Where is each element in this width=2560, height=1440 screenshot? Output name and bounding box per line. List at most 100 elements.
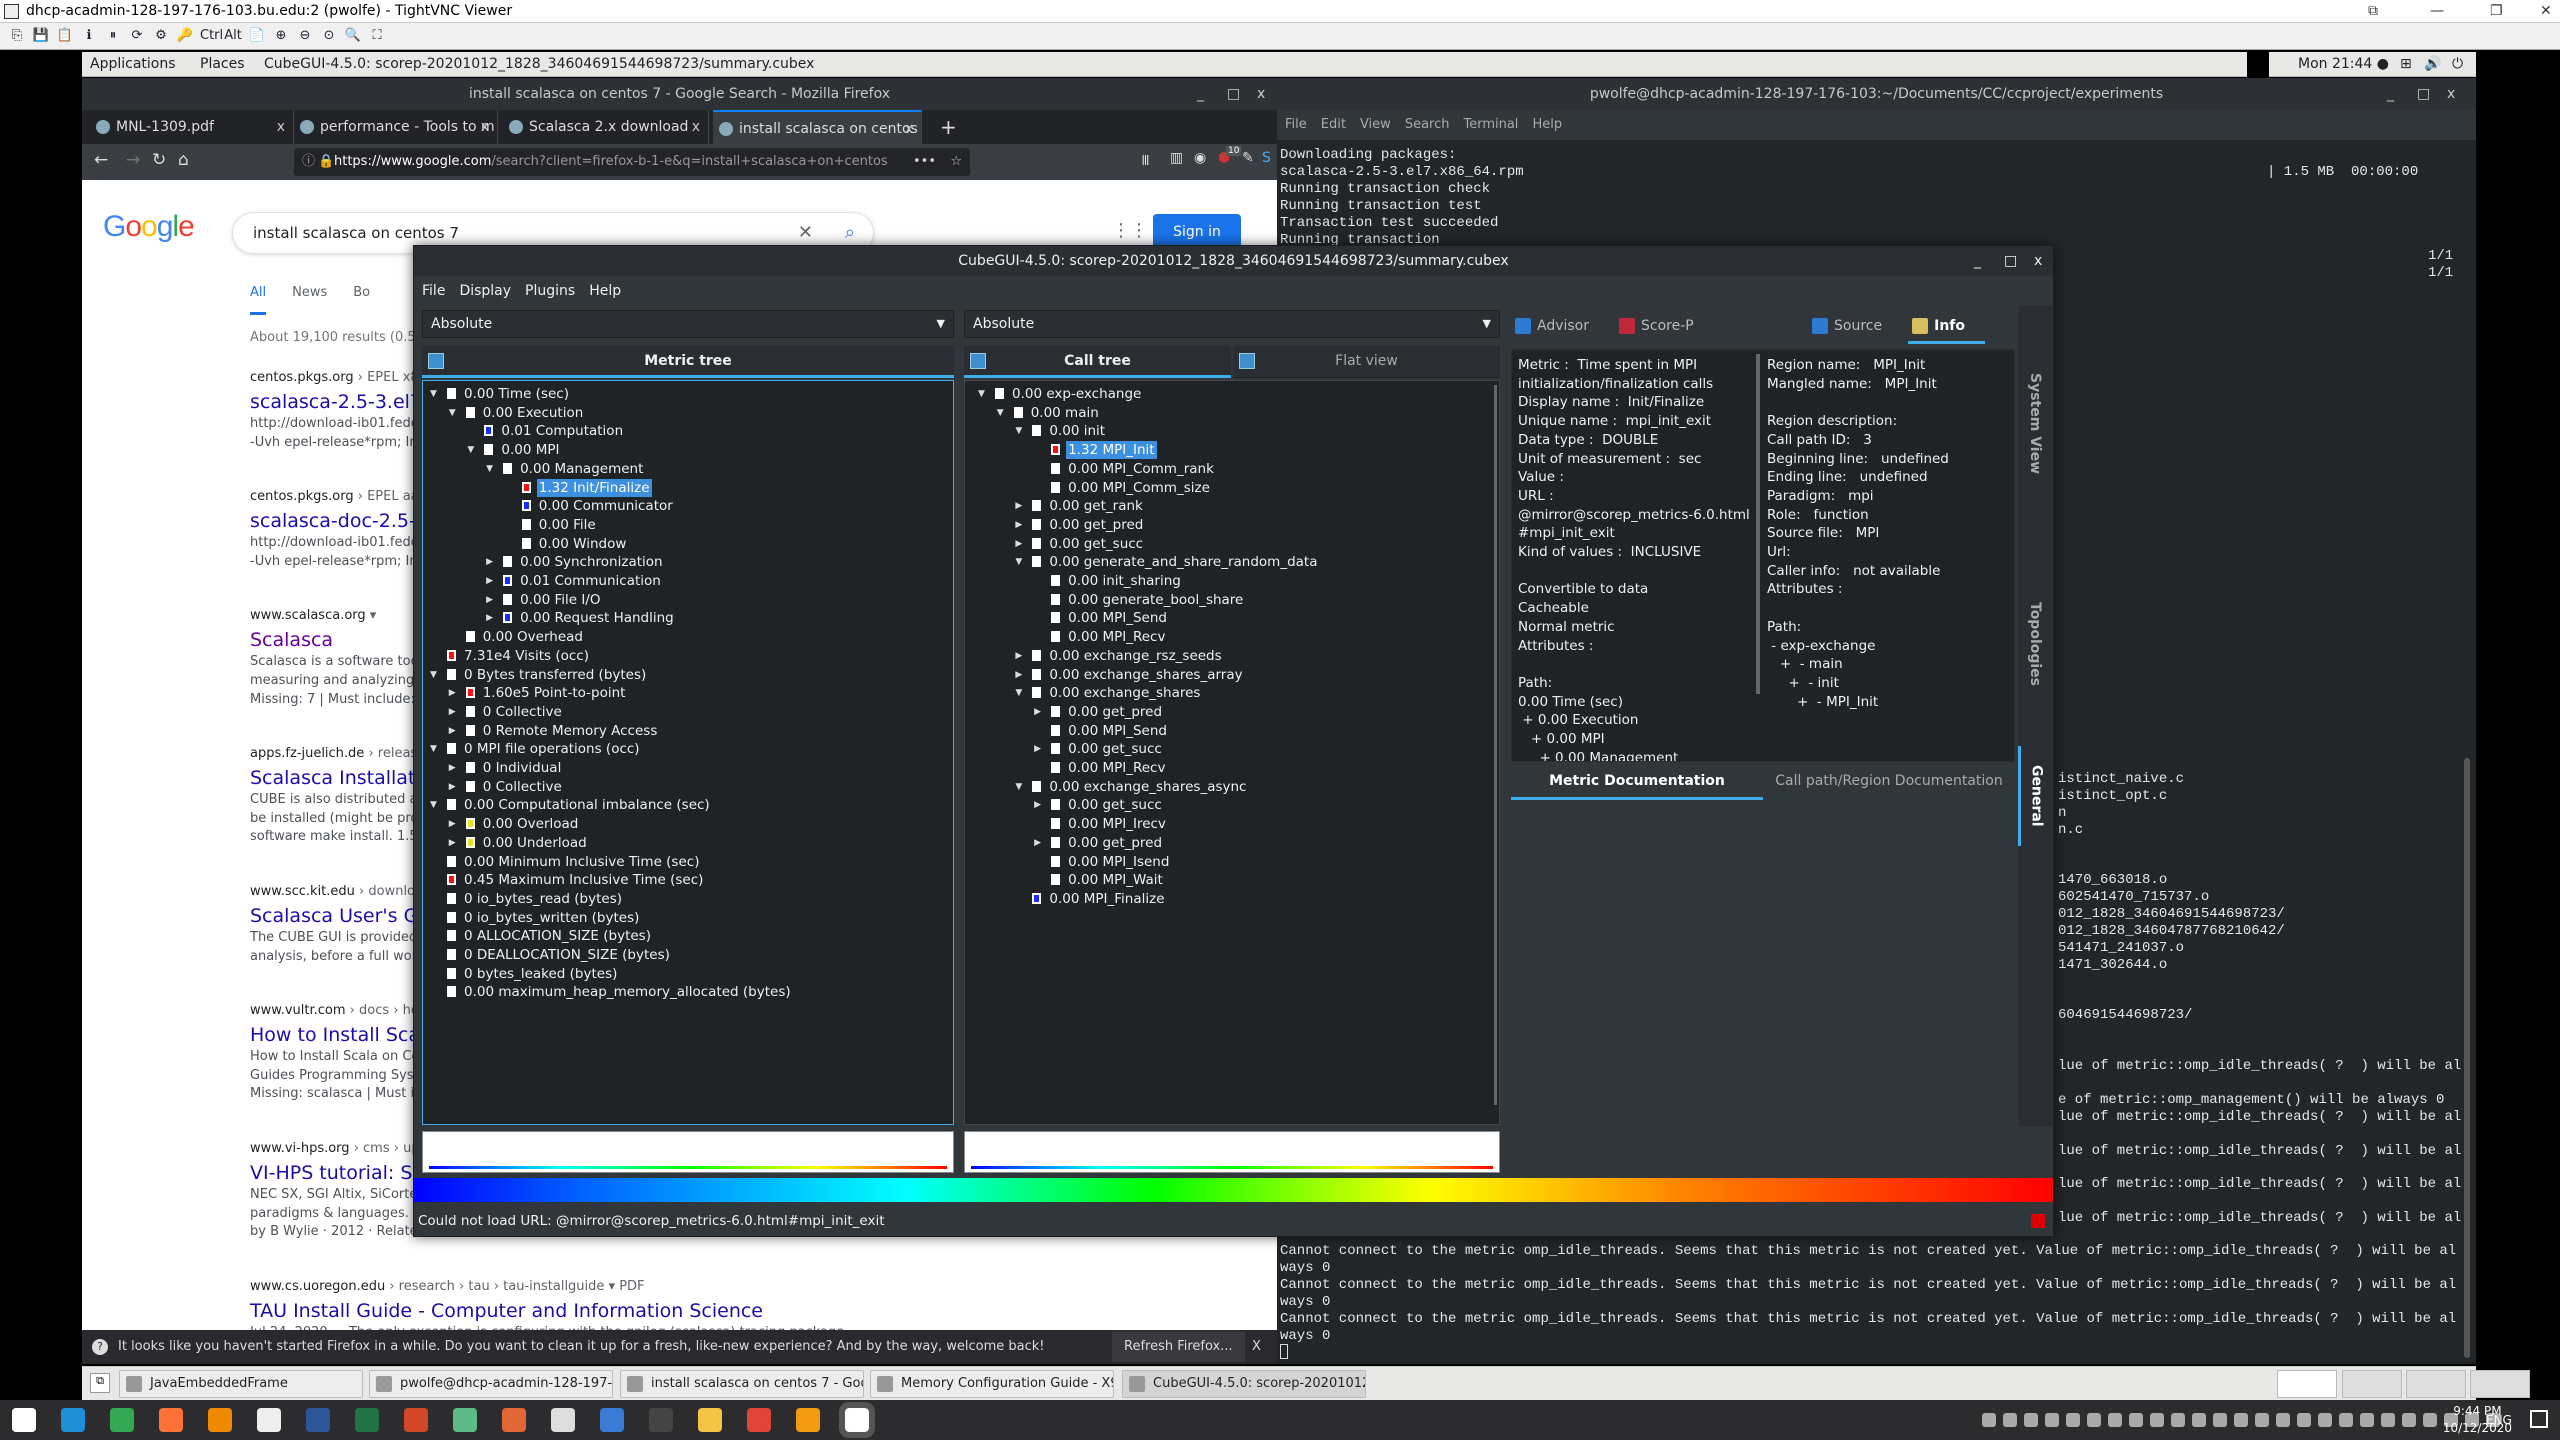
browser-tab[interactable]: install scalasca on centos x	[713, 110, 922, 144]
volume-icon[interactable]: 🔊	[2424, 52, 2441, 77]
restore-icon[interactable]: ⧉	[2368, 0, 2378, 23]
minimize-button[interactable]: _	[2387, 78, 2394, 110]
vnc-tool-button[interactable]: ⛶	[368, 27, 386, 45]
power-icon[interactable]: ⏻	[2452, 52, 2463, 77]
tree-item[interactable]: ▼ 0.00 exchange_shares_async	[1015, 778, 1248, 797]
app-orange-icon[interactable]	[796, 1408, 820, 1432]
collapsed-arrow-icon[interactable]: ▶	[1015, 535, 1022, 554]
vnc-tool-button[interactable]: ⟳	[128, 27, 146, 45]
word-icon[interactable]	[306, 1408, 330, 1432]
tree-item[interactable]: 0.00 MPI_Irecv	[1051, 815, 1168, 834]
collapsed-arrow-icon[interactable]: ▶	[449, 834, 456, 853]
tree-item[interactable]: 0.00 MPI_Recv	[1051, 628, 1167, 647]
terminal-menu-item[interactable]: Help	[1532, 110, 1562, 140]
terminal-prompt[interactable]	[1280, 1344, 2456, 1361]
info-scrollbar[interactable]	[1756, 354, 1760, 694]
skype-icon[interactable]: S	[1262, 150, 1271, 166]
browser-tab[interactable]: performance - Tools to mx	[294, 110, 498, 144]
tree-item[interactable]: ▶ 0 Collective	[449, 778, 564, 797]
new-tab-button[interactable]: +	[930, 110, 967, 144]
window-list-item[interactable]: pwolfe@dhcp-acadmin-128-197-17...	[369, 1370, 613, 1398]
collapsed-arrow-icon[interactable]: ▶	[449, 759, 456, 778]
cube-menu-item[interactable]: File	[422, 278, 445, 304]
maximize-button[interactable]: □	[1227, 78, 1240, 110]
tray-icon[interactable]	[2087, 1413, 2101, 1427]
close-tab-icon[interactable]: x	[481, 110, 489, 144]
tray-icon[interactable]	[2255, 1413, 2269, 1427]
window-list-item[interactable]: JavaEmbeddedFrame	[119, 1370, 363, 1398]
plugin-tab[interactable]: Info	[1908, 308, 1985, 344]
search-tab[interactable]: All	[250, 285, 267, 315]
tree-item[interactable]: ▼ 0.00 init	[1015, 422, 1107, 441]
expanded-arrow-icon[interactable]: ▼	[486, 460, 493, 479]
side-tab[interactable]: General	[2018, 746, 2052, 846]
collapsed-arrow-icon[interactable]: ▶	[1015, 497, 1022, 516]
close-button[interactable]: ✕	[2540, 0, 2552, 23]
tray-icon[interactable]	[2213, 1413, 2227, 1427]
tray-icon[interactable]	[2339, 1413, 2353, 1427]
tree-item[interactable]: ▼ 0.00 MPI	[467, 441, 561, 460]
tray-icon[interactable]	[2150, 1413, 2164, 1427]
tree-item[interactable]: 0.00 MPI_Comm_size	[1051, 479, 1212, 498]
window-list-item[interactable]: install scalasca on centos 7 - Google...	[620, 1370, 864, 1398]
tree-item[interactable]: ▶ 0.00 Request Handling	[486, 609, 676, 628]
tree-item[interactable]: 7.31e4 Visits (occ)	[447, 647, 591, 666]
bookmark-star-icon[interactable]: ☆	[950, 148, 962, 176]
collapsed-arrow-icon[interactable]: ▶	[1034, 834, 1041, 853]
close-button[interactable]: x	[1257, 78, 1265, 110]
app-red-icon[interactable]	[747, 1408, 771, 1432]
side-tab[interactable]: Topologies	[2018, 546, 2052, 742]
tree-item[interactable]: 1.32 MPI_Init	[1051, 441, 1157, 460]
cube-menu-item[interactable]: Display	[459, 278, 511, 304]
tree-item[interactable]: ▶ 0 Individual	[449, 759, 564, 778]
expanded-arrow-icon[interactable]: ▼	[430, 666, 437, 685]
tree-item[interactable]: ▼ 0.00 Time (sec)	[430, 385, 571, 404]
info-icon[interactable]: ⓘ	[302, 148, 315, 176]
tree-item[interactable]: ▼ 0.00 Computational imbalance (sec)	[430, 796, 712, 815]
search-tab[interactable]: News	[292, 285, 327, 315]
tray-icon[interactable]	[2381, 1413, 2395, 1427]
workspace-1[interactable]	[2277, 1370, 2337, 1398]
tree-item[interactable]: ▶ 0.00 get_pred	[1034, 703, 1164, 722]
tree-item[interactable]: ▶ 1.60e5 Point-to-point	[449, 684, 628, 703]
close-tab-icon[interactable]: x	[277, 110, 285, 144]
tray-icon[interactable]	[2297, 1413, 2311, 1427]
tree-item[interactable]: ▼ 0 Bytes transferred (bytes)	[430, 666, 648, 685]
tray-icon[interactable]	[2402, 1413, 2416, 1427]
tree-item[interactable]: 0 bytes_leaked (bytes)	[447, 965, 619, 984]
browser-tab[interactable]: MNL-1309.pdf x	[90, 110, 294, 144]
collapsed-arrow-icon[interactable]: ▶	[1034, 740, 1041, 759]
start-icon[interactable]	[12, 1408, 36, 1432]
vnc-tool-button[interactable]: ⏸	[104, 27, 122, 45]
tree-item[interactable]: 0.00 MPI_Send	[1051, 609, 1169, 628]
tray-icon[interactable]	[2024, 1413, 2038, 1427]
tree-item[interactable]: ▶ 0.00 get_rank	[1015, 497, 1144, 516]
tab-call-tree[interactable]: Call tree	[964, 346, 1231, 378]
expanded-arrow-icon[interactable]: ▼	[430, 796, 437, 815]
matlab-icon[interactable]	[502, 1408, 526, 1432]
tree-item[interactable]: 0.00 MPI_Recv	[1051, 759, 1167, 778]
action-center-icon[interactable]	[2530, 1410, 2548, 1428]
network-icon[interactable]: ⊞	[2400, 52, 2412, 77]
close-button[interactable]: x	[2034, 246, 2042, 276]
vnc-tool-button[interactable]: ⊕	[272, 27, 290, 45]
tray-icon[interactable]	[2360, 1413, 2374, 1427]
tree-item[interactable]: ▶ 0.00 Synchronization	[486, 553, 664, 572]
doc-tab[interactable]: Call path/Region Documentation	[1763, 764, 2015, 800]
collapsed-arrow-icon[interactable]: ▶	[1015, 516, 1022, 535]
expanded-arrow-icon[interactable]: ▼	[1015, 778, 1022, 797]
url-bar[interactable]: ⓘ 🔒 https://www.google.com/search?client…	[294, 148, 970, 176]
tree-item[interactable]: ▼ 0.00 exchange_shares	[1015, 684, 1202, 703]
maximize-button[interactable]: ❐	[2490, 0, 2503, 23]
excel-icon[interactable]	[355, 1408, 379, 1432]
clock[interactable]: Mon 21:44 ●	[2298, 52, 2389, 77]
collapsed-arrow-icon[interactable]: ▶	[486, 572, 493, 591]
call-tree-scrollbar[interactable]	[1494, 385, 1497, 1105]
terminal-scrollbar[interactable]	[2464, 758, 2470, 1358]
tree-item[interactable]: ▶ 0.00 Underload	[449, 834, 589, 853]
tray-icon[interactable]	[1982, 1413, 1996, 1427]
plugin-tab[interactable]: Advisor	[1511, 308, 1589, 344]
vlc-icon[interactable]	[208, 1408, 232, 1432]
browser-tab[interactable]: Scalasca 2.x download x	[503, 110, 709, 144]
tree-item[interactable]: 0.00 MPI_Isend	[1051, 853, 1171, 872]
